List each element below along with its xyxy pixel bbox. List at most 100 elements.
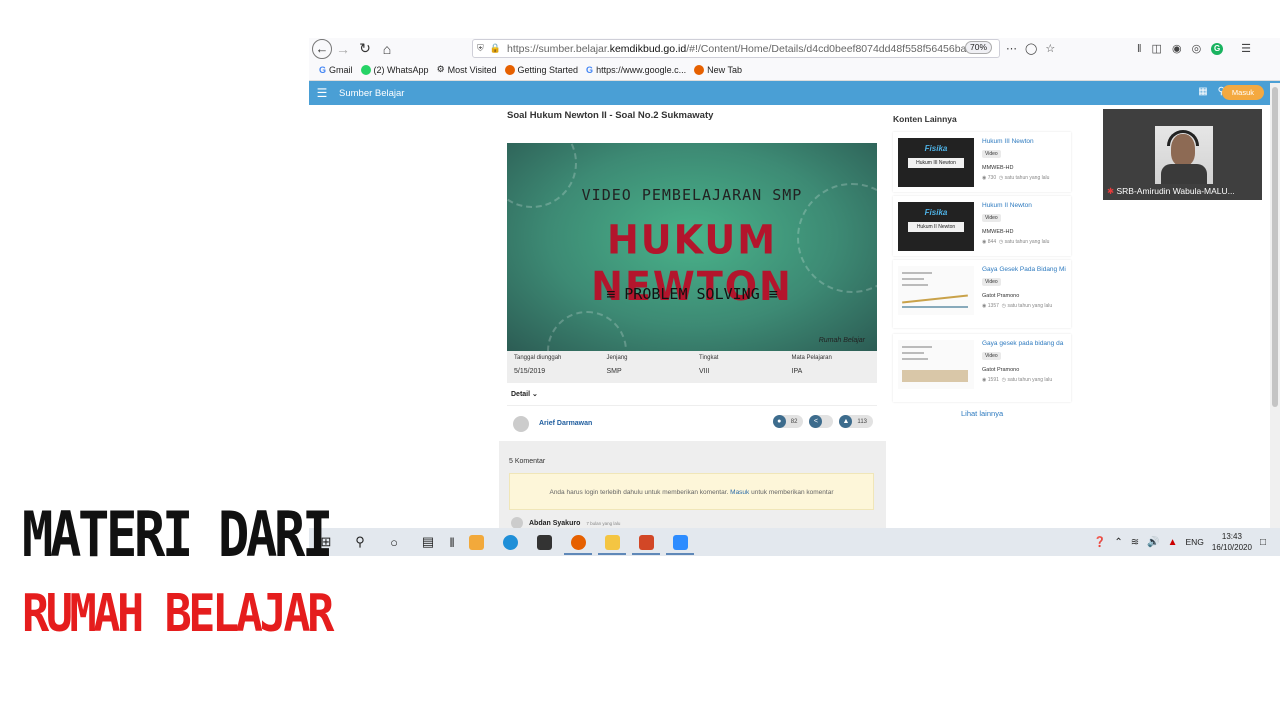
chevron-down-icon: ⌄	[532, 391, 538, 398]
bookmark-getting-started[interactable]: Getting Started	[504, 64, 578, 75]
system-tray: ❓ ⌃ ≋ 🔊 ▲ ENG 13:43 16/10/2020 □	[1094, 528, 1280, 556]
avatar	[513, 415, 529, 432]
edge-icon[interactable]	[493, 528, 527, 556]
back-button[interactable]: ←	[312, 38, 332, 59]
volume-icon[interactable]: 🔊	[1147, 537, 1159, 548]
action-center-icon[interactable]: □	[1260, 537, 1266, 548]
clock-icon: ◷	[1001, 377, 1007, 383]
sidebar-icon[interactable]: ◫	[1152, 42, 1162, 55]
globe-icon[interactable]: ◎	[1192, 42, 1202, 55]
card-author: Gatot Pramono	[982, 293, 1020, 299]
related-card[interactable]: Fisika Hukum III Newton Hukum III Newton…	[893, 132, 1071, 192]
card-thumbnail	[898, 266, 974, 315]
bookmark-most-visited[interactable]: ⚙ Most Visited	[437, 64, 497, 75]
toolbar-icons: ‖ ◫ ◉ ◎ G ☰	[1137, 38, 1251, 59]
avatar	[511, 517, 523, 528]
store-icon[interactable]	[527, 528, 561, 556]
share-icon: <	[809, 415, 823, 428]
gear-decoration	[547, 311, 627, 351]
reload-button[interactable]: ↻	[354, 39, 376, 59]
related-card[interactable]: Gaya Gesek Pada Bidang Mi Video Gatot Pr…	[893, 260, 1071, 328]
left-gutter	[309, 105, 499, 528]
like-button[interactable]: ▲ 113	[839, 415, 873, 428]
menu-icon[interactable]: ☰	[1241, 42, 1251, 55]
card-author: Gatot Pramono	[982, 367, 1020, 373]
scrollbar-thumb[interactable]	[1272, 87, 1278, 407]
see-more-link[interactable]: Lihat lainnya	[961, 409, 1003, 418]
detail-toggle[interactable]: Detail ⌄	[511, 390, 538, 398]
cortana-icon[interactable]: ○	[377, 528, 411, 556]
language-indicator[interactable]: ENG	[1185, 537, 1203, 547]
help-icon[interactable]: ❓	[1094, 537, 1106, 548]
chevron-up-icon[interactable]: ⌃	[1114, 537, 1122, 548]
extension-icon[interactable]: G	[1211, 42, 1224, 55]
account-icon[interactable]: ◉	[1172, 42, 1182, 55]
url-prefix: https://sumber.belajar.	[506, 42, 610, 55]
bookmark-whatsapp[interactable]: (2) WhatsApp	[360, 64, 429, 75]
forward-button[interactable]: →	[332, 39, 354, 59]
mic-muted-icon: ✱	[1107, 186, 1115, 196]
hamburger-icon[interactable]: ☰	[309, 86, 335, 100]
related-title: Konten Lainnya	[893, 114, 957, 124]
card-badge: Video	[982, 150, 1001, 158]
meta-upload-date: Tanggal diunggah 5/15/2019	[514, 355, 562, 375]
powerpoint-icon[interactable]	[629, 528, 663, 556]
firefox-icon[interactable]	[561, 528, 595, 556]
url-domain: kemdikbud.go.id	[609, 42, 687, 55]
file-explorer-icon[interactable]	[595, 528, 629, 556]
bookmark-google[interactable]: Ghttps://www.google.c...	[586, 65, 686, 75]
pocket-icon[interactable]: ◯	[1025, 42, 1037, 55]
card-title[interactable]: Gaya gesek pada bidang da	[982, 340, 1068, 347]
related-card[interactable]: Gaya gesek pada bidang da Video Gatot Pr…	[893, 334, 1071, 402]
bookmark-gmail[interactable]: G Gmail	[319, 65, 353, 75]
scrollbar[interactable]	[1270, 83, 1280, 528]
author-name[interactable]: Arief Darmawan	[539, 420, 592, 427]
notification-app-icon[interactable]: ▲	[1168, 537, 1178, 548]
eye-icon: ◉	[982, 239, 987, 245]
search-icon[interactable]: ⚲	[343, 528, 377, 556]
clock[interactable]: 13:43 16/10/2020	[1212, 531, 1252, 553]
caption-line-2: RUMAH BELAJAR	[22, 584, 334, 644]
address-bar[interactable]: ⛨ 🔒 https://sumber.belajar. kemdikbud.go.…	[472, 39, 1000, 58]
card-title[interactable]: Gaya Gesek Pada Bidang Mi	[982, 266, 1068, 273]
eye-icon: ●	[772, 415, 786, 428]
lock-icon: 🔒	[489, 43, 501, 53]
related-card[interactable]: Fisika Hukum II Newton Hukum II Newton V…	[893, 196, 1071, 256]
related-content: Konten Lainnya Fisika Hukum III Newton H…	[893, 105, 1073, 528]
participant-video	[1155, 126, 1213, 184]
site-name[interactable]: Sumber Belajar	[339, 88, 404, 99]
zoom-icon[interactable]	[663, 528, 697, 556]
card-stats: ◉ 844 ◷ satu tahun yang lalu	[982, 239, 1050, 245]
login-button[interactable]: Masuk	[1221, 85, 1264, 100]
login-link[interactable]: Masuk	[730, 489, 749, 496]
zoom-badge[interactable]: 70%	[965, 41, 993, 54]
share-button[interactable]: <	[809, 415, 834, 428]
eye-icon: ◉	[982, 377, 987, 383]
card-badge: Video	[982, 278, 1001, 286]
main-column: Soal Hukum Newton II - Soal No.2 Sukmawa…	[499, 105, 886, 528]
shield-icon: ⛨	[477, 43, 484, 53]
caption-line-1: MATERI DARI	[22, 498, 333, 571]
task-view-icon[interactable]: ▤	[411, 528, 445, 556]
card-title[interactable]: Hukum III Newton	[982, 138, 1068, 145]
video-line-3: ≡ PROBLEM SOLVING ≡	[606, 285, 778, 303]
video-player[interactable]: VIDEO PEMBELAJARAN SMP HUKUM NEWTON ≡ PR…	[507, 143, 877, 351]
video-line-1: VIDEO PEMBELAJARAN SMP	[581, 186, 803, 204]
card-thumbnail: Fisika Hukum III Newton	[898, 138, 974, 187]
clock-icon: ◷	[998, 239, 1004, 245]
bookmark-new-tab[interactable]: New Tab	[694, 64, 742, 75]
card-title[interactable]: Hukum II Newton	[982, 202, 1068, 209]
card-thumbnail: Fisika Hukum II Newton	[898, 202, 974, 251]
author-row: Arief Darmawan ● 82 < ▲ 113	[507, 405, 877, 441]
apps-grid-icon[interactable]: ▦	[1198, 86, 1207, 97]
site-header: ☰ Sumber Belajar ▦ ⚲ Masuk	[309, 81, 1280, 105]
library-icon[interactable]: ‖	[1137, 43, 1142, 55]
more-icon[interactable]: ⋯	[1006, 42, 1017, 55]
home-button[interactable]: ⌂	[376, 39, 398, 59]
card-thumbnail	[898, 340, 974, 389]
card-stats: ◉ 1357 ◷ satu tahun yang lalu	[982, 303, 1053, 309]
media-player-icon[interactable]	[459, 528, 493, 556]
bookmarks-bar: G Gmail (2) WhatsApp ⚙ Most Visited Gettin…	[309, 59, 1280, 81]
wifi-icon[interactable]: ≋	[1131, 537, 1139, 548]
bookmark-star-icon[interactable]: ☆	[1045, 42, 1055, 55]
